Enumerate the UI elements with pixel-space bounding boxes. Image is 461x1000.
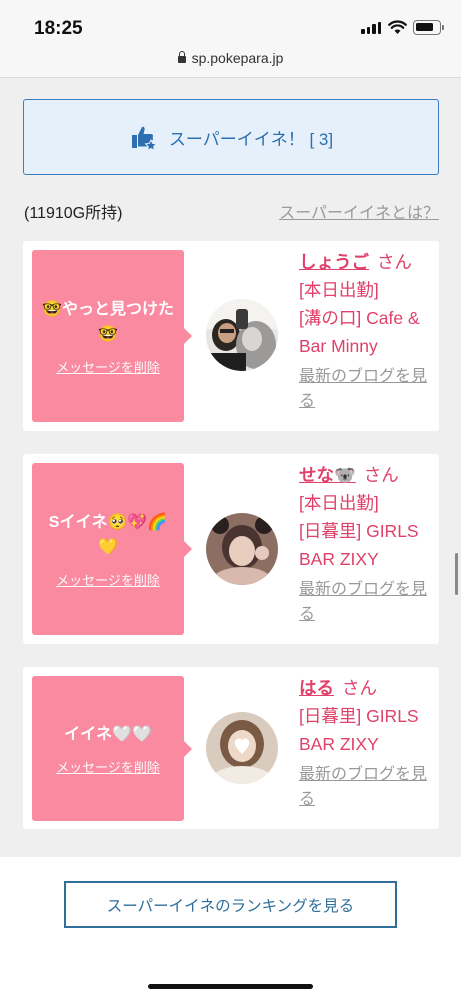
cast-info: せな🐨 さん [本日出勤] [日暮里] GIRLS BAR ZIXY 最新のブログ… [299, 461, 435, 627]
lock-icon [177, 51, 186, 63]
battery-icon [413, 20, 444, 35]
super-iine-button[interactable]: スーパーイイネ！ [ 3] [23, 99, 439, 175]
super-iine-label: スーパーイイネ！ [ 3] [168, 129, 334, 149]
cast-info: しょうご さん [本日出勤] [溝の口] Cafe & Bar Minny 最新の… [299, 248, 435, 414]
delete-message-link[interactable]: メッセージを削除 [56, 357, 160, 376]
address-bar[interactable]: sp.pokepara.jp [0, 50, 461, 66]
main-content: スーパーイイネ！ [ 3] (11910G所持) スーパーイイネとは？ 🤓やっと… [0, 79, 461, 857]
signal-icon [361, 22, 381, 34]
message-bubble: イイネ🤍🤍 メッセージを削除 [32, 676, 192, 821]
footer-area: スーパーイイネのランキングを見る [0, 857, 461, 1000]
cast-info: はる さん [日暮里] GIRLS BAR ZIXY 最新のブログを見る [299, 674, 435, 812]
clock: 18:25 [34, 18, 83, 39]
ranking-button[interactable]: スーパーイイネのランキングを見る [64, 881, 397, 928]
avatar[interactable] [206, 712, 278, 784]
cast-name-link[interactable]: せな🐨 [299, 465, 356, 485]
delete-message-link[interactable]: メッセージを削除 [56, 757, 160, 776]
message-text: イイネ🤍🤍 [64, 725, 152, 743]
shop-link[interactable]: [日暮里] GIRLS BAR ZIXY [299, 702, 435, 758]
message-bubble: Sイイネ🥺💖🌈💛 メッセージを削除 [32, 463, 192, 635]
thumbs-up-star-icon [131, 126, 157, 151]
status-bar: 18:25 sp.pokepara.jp [0, 0, 461, 78]
message-bubble: 🤓やっと見つけた🤓 メッセージを削除 [32, 250, 192, 422]
cast-name-link[interactable]: はる [299, 678, 334, 698]
latest-blog-link[interactable]: 最新のブログを見る [299, 762, 435, 812]
owned-points: (11910G所持) [24, 205, 123, 222]
url-text: sp.pokepara.jp [191, 50, 284, 66]
avatar[interactable] [206, 299, 278, 371]
shop-link[interactable]: [日暮里] GIRLS BAR ZIXY [299, 517, 435, 573]
avatar[interactable] [206, 513, 278, 585]
home-indicator[interactable] [148, 984, 313, 989]
iine-card: イイネ🤍🤍 メッセージを削除 はる さん [日暮里] GIRLS BAR ZIXY… [23, 667, 439, 829]
iine-card: 🤓やっと見つけた🤓 メッセージを削除 しょうご さん [本日出勤] [溝の口] C… [23, 241, 439, 431]
cast-name-link[interactable]: しょうご [299, 252, 369, 272]
message-text: Sイイネ🥺💖🌈💛 [48, 513, 168, 556]
shop-link[interactable]: [溝の口] Cafe & Bar Minny [299, 304, 435, 360]
honorific: さん [377, 252, 412, 272]
iine-card: Sイイネ🥺💖🌈💛 メッセージを削除 せな🐨 さん [本日出勤] [日暮里] GIR… [23, 454, 439, 644]
scrollbar[interactable] [455, 553, 458, 595]
latest-blog-link[interactable]: 最新のブログを見る [299, 364, 435, 414]
attendance-status: [本日出勤] [299, 280, 379, 300]
wifi-icon [388, 20, 407, 34]
message-text: 🤓やっと見つけた🤓 [42, 300, 174, 343]
what-is-super-iine-link[interactable]: スーパーイイネとは？ [279, 199, 439, 223]
attendance-status: [本日出勤] [299, 493, 379, 513]
honorific: さん [342, 678, 377, 698]
latest-blog-link[interactable]: 最新のブログを見る [299, 577, 435, 627]
honorific: さん [363, 465, 399, 485]
delete-message-link[interactable]: メッセージを削除 [56, 570, 160, 589]
